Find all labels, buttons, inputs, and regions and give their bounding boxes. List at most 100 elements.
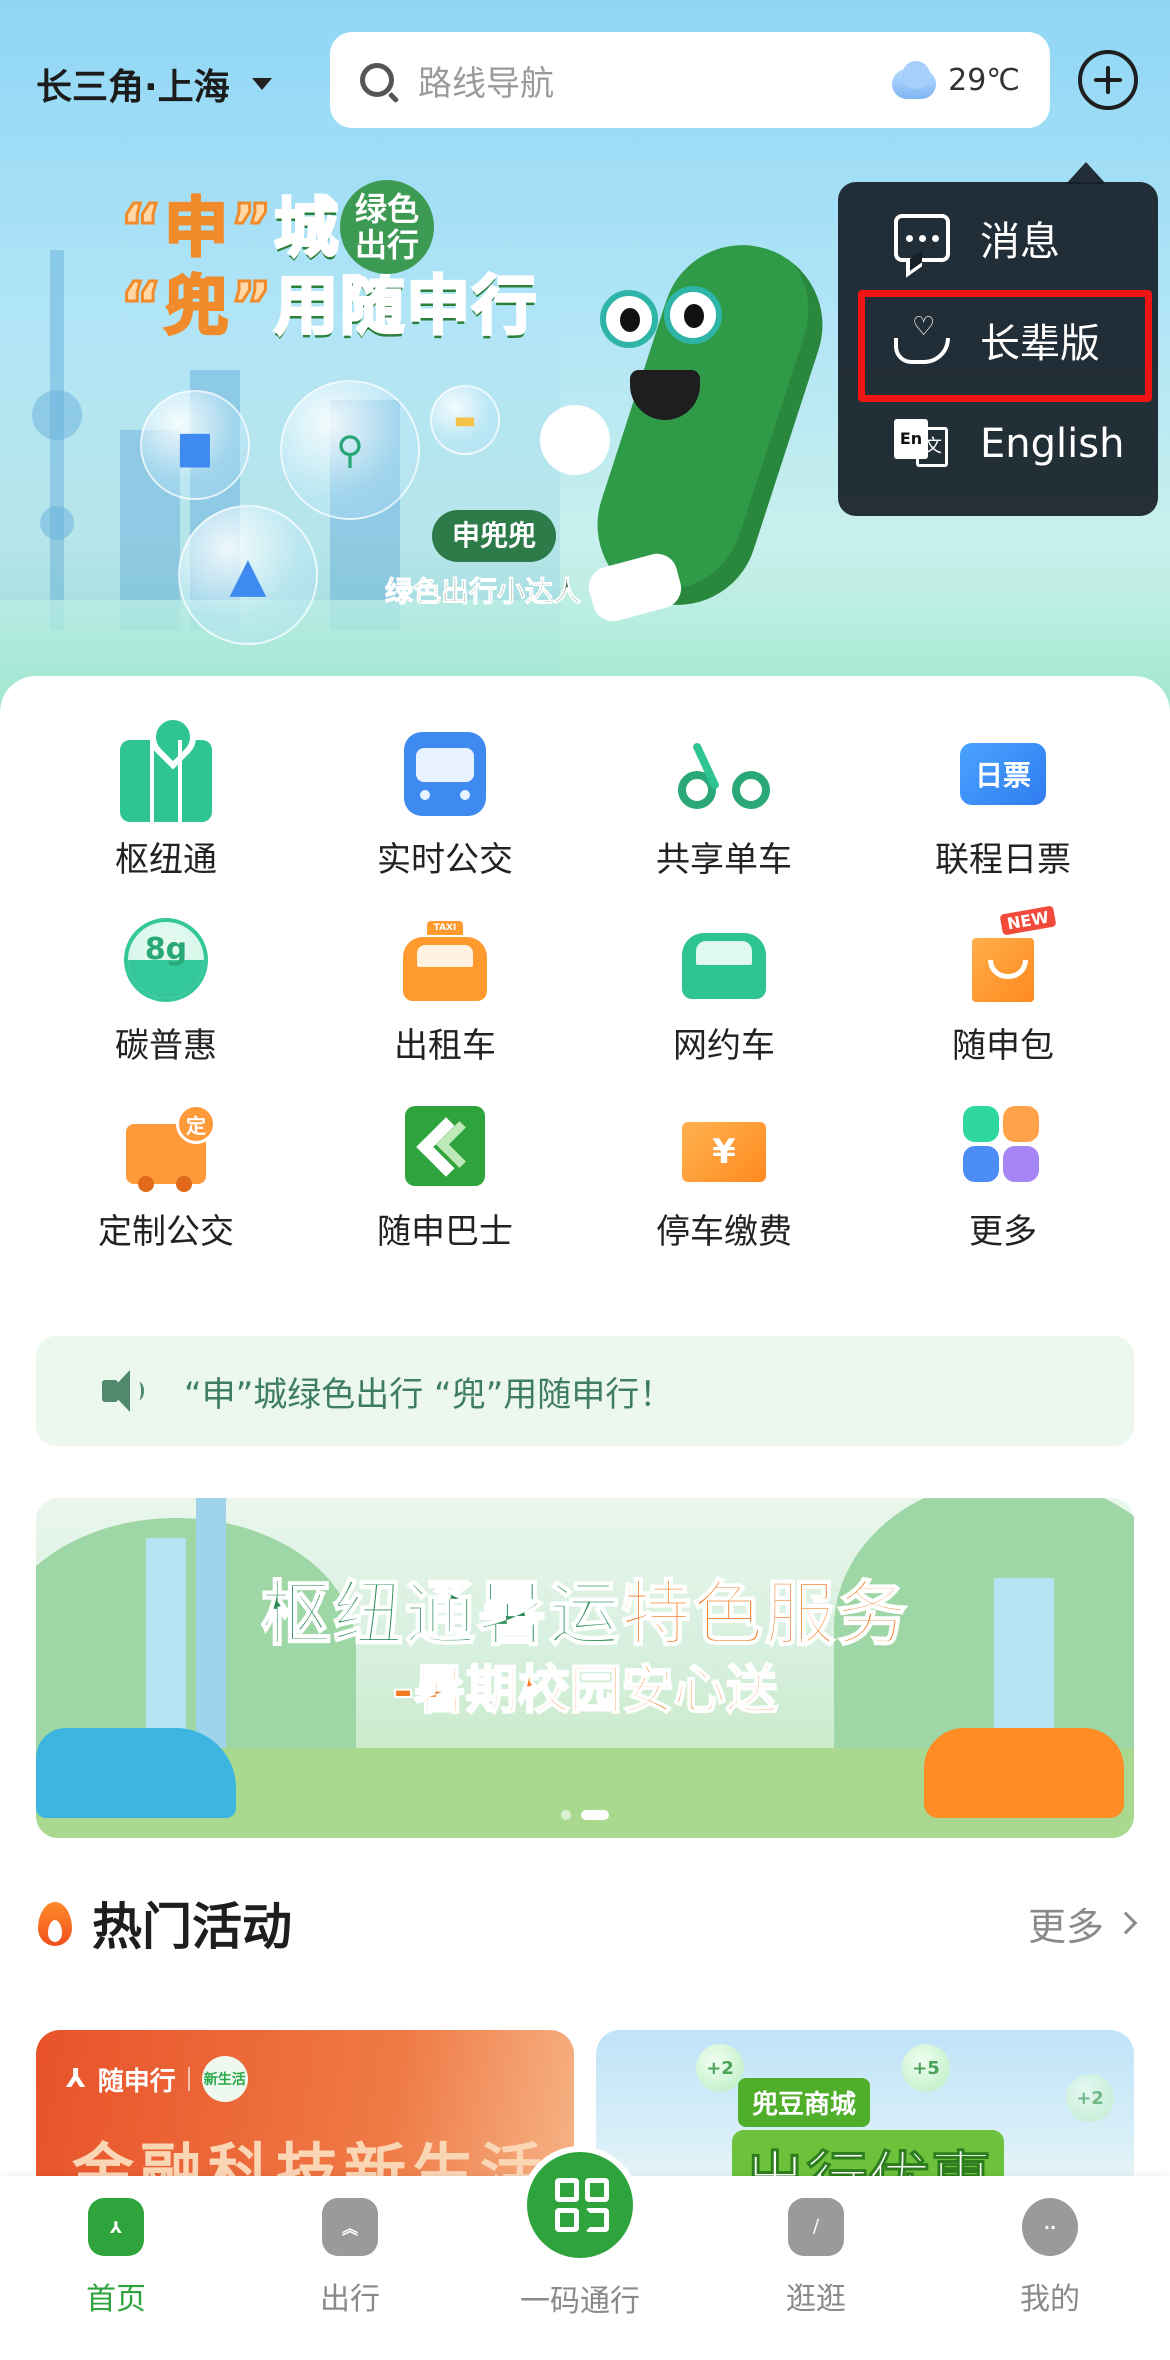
service-label: 实时公交 xyxy=(377,840,513,880)
service-custom-bus[interactable]: 定 定制公交 xyxy=(26,1098,306,1268)
car-icon xyxy=(682,933,766,999)
add-button[interactable] xyxy=(1078,50,1138,110)
suishen-bus-icon xyxy=(405,1106,485,1186)
caring-hand-heart-icon: ♡ xyxy=(894,314,950,366)
taxi-illustration xyxy=(924,1728,1124,1818)
service-day-ticket[interactable]: 日票 联程日票 xyxy=(863,726,1143,896)
tab-travel[interactable]: ︽ 出行 xyxy=(280,2198,420,2318)
tab-home[interactable]: ⅄ 首页 xyxy=(46,2198,186,2318)
popup-menu: 消息 ♡ 长辈版 文 En English xyxy=(838,162,1158,516)
coin-bubble: +2 xyxy=(696,2044,744,2092)
carousel-dot-active[interactable] xyxy=(581,1810,609,1820)
promo-carousel[interactable]: 枢纽通暑运特色服务 -暑期校园安心送 xyxy=(36,1498,1134,1838)
promo-title-orange: 特色服务 xyxy=(620,1572,909,1656)
menu-item-label: English xyxy=(980,421,1125,467)
service-label: 共享单车 xyxy=(656,840,792,880)
service-label: 停车缴费 xyxy=(656,1212,792,1252)
cloud-icon xyxy=(888,61,940,99)
location-selector[interactable]: 长三角·上海 xyxy=(36,58,272,110)
service-more[interactable]: 更多 xyxy=(863,1098,1143,1268)
bus-icon xyxy=(404,732,486,816)
service-label: 更多 xyxy=(969,1212,1037,1252)
ferry-bubble: ▲ xyxy=(178,505,318,645)
notice-text: “申”城绿色出行 “兜”用随申行！ xyxy=(184,1374,674,1415)
service-label: 网约车 xyxy=(673,1026,775,1066)
mascot-eye xyxy=(664,286,722,344)
service-hub[interactable]: 枢纽通 xyxy=(26,726,306,896)
suishenxing-logo-icon: ⅄ xyxy=(66,2064,86,2094)
service-label: 碳普惠 xyxy=(115,1026,217,1066)
menu-item-messages[interactable]: 消息 xyxy=(838,190,1158,286)
profile-icon: ·· xyxy=(1022,2198,1078,2256)
service-label: 出租车 xyxy=(394,1026,496,1066)
search-icon xyxy=(360,63,394,97)
taxi-icon xyxy=(403,921,487,1001)
tower-decoration xyxy=(40,506,74,540)
coin-bubble: +2 xyxy=(1066,2074,1114,2122)
service-label: 枢纽通 xyxy=(115,840,217,880)
promo-subtitle: -暑期校园安心送 xyxy=(391,1660,779,1722)
carbon-icon-text: 8g xyxy=(144,932,188,967)
tram-illustration xyxy=(36,1728,236,1818)
tab-label: 我的 xyxy=(1020,2282,1080,2317)
carbon-icon: 8g xyxy=(124,918,208,1002)
service-ride-hailing[interactable]: 网约车 xyxy=(584,912,864,1082)
language-icon: 文 En xyxy=(894,419,950,469)
carousel-dot[interactable] xyxy=(561,1810,571,1820)
mascot-foot xyxy=(584,549,686,626)
coin-bubble: +5 xyxy=(902,2044,950,2092)
service-label: 联程日票 xyxy=(935,840,1071,880)
weather-widget[interactable]: 29℃ xyxy=(888,61,1020,99)
section-title: 热门活动 xyxy=(92,1898,292,1956)
top-bar: 长三角·上海 路线导航 29℃ xyxy=(0,30,1170,130)
qr-pass-button[interactable] xyxy=(521,2146,639,2264)
promo-title: 枢纽通暑运特色服务 xyxy=(36,1558,1134,1659)
search-placeholder: 路线导航 xyxy=(418,63,554,104)
service-label: 定制公交 xyxy=(98,1212,234,1252)
mascot-eye xyxy=(600,290,658,348)
ticket-icon: ▬ xyxy=(453,406,477,434)
tower-decoration xyxy=(32,390,82,440)
hero-title-text: 用随申行 xyxy=(273,269,539,346)
promo-title-green: 枢纽通暑运 xyxy=(260,1572,621,1656)
new-life-badge: 新生活 xyxy=(201,2056,248,2102)
custom-bus-icon-badge: 定 xyxy=(176,1104,216,1144)
chevron-right-icon xyxy=(1114,1911,1138,1935)
service-label: 随申包 xyxy=(952,1026,1054,1066)
custom-bus-icon: 定 xyxy=(126,1104,216,1192)
service-suishen-bus[interactable]: 随申巴士 xyxy=(305,1098,585,1268)
home-icon: ⅄ xyxy=(88,2198,144,2256)
hero-title-text: 城 xyxy=(273,191,341,268)
tower-decoration xyxy=(50,250,64,630)
flame-icon xyxy=(36,1898,74,1948)
bike-icon xyxy=(678,739,770,809)
service-parking-fee[interactable]: ¥ 停车缴费 xyxy=(584,1098,864,1268)
carousel-indicator xyxy=(36,1810,1134,1820)
green-travel-badge: 绿色出行 xyxy=(340,180,434,274)
menu-item-elder-mode[interactable]: ♡ 长辈版 xyxy=(838,292,1158,388)
tab-browse[interactable]: ⧸ 逛逛 xyxy=(746,2198,886,2318)
bottom-tab-bar: ⅄ 首页 ︽ 出行 一码通行 ⧸ 逛逛 ·· 我的 xyxy=(0,2146,1170,2360)
service-realtime-bus[interactable]: 实时公交 xyxy=(305,726,585,896)
service-carbon[interactable]: 8g 碳普惠 xyxy=(26,912,306,1082)
hero-title-highlight: “兜” xyxy=(118,269,275,346)
tab-label: 一码通行 xyxy=(520,2284,640,2319)
bus-bubble: ▆ xyxy=(140,390,250,500)
service-suishen-bag[interactable]: NEW 随申包 xyxy=(863,905,1143,1082)
day-ticket-icon: 日票 xyxy=(960,743,1046,805)
service-taxi[interactable]: 出租车 xyxy=(305,912,585,1082)
menu-item-english[interactable]: 文 En English xyxy=(838,396,1158,492)
message-icon xyxy=(894,214,950,262)
service-shared-bike[interactable]: 共享单车 xyxy=(584,726,864,896)
tab-profile[interactable]: ·· 我的 xyxy=(980,2198,1120,2318)
more-link[interactable]: 更多 xyxy=(1028,1896,1138,1951)
hero-title-highlight: “申” xyxy=(118,191,275,268)
character-name: 申兜兜 xyxy=(432,510,556,562)
search-bar[interactable]: 路线导航 29℃ xyxy=(330,32,1050,128)
bike-icon: ⚲ xyxy=(336,428,364,472)
notice-bar[interactable]: “申”城绿色出行 “兜”用随申行！ xyxy=(36,1336,1134,1446)
tab-label: 出行 xyxy=(320,2282,380,2317)
brand-name: 随申行 xyxy=(97,2066,176,2097)
new-badge: NEW xyxy=(999,905,1057,936)
character-tagline: 绿色出行小达人 xyxy=(384,575,582,609)
